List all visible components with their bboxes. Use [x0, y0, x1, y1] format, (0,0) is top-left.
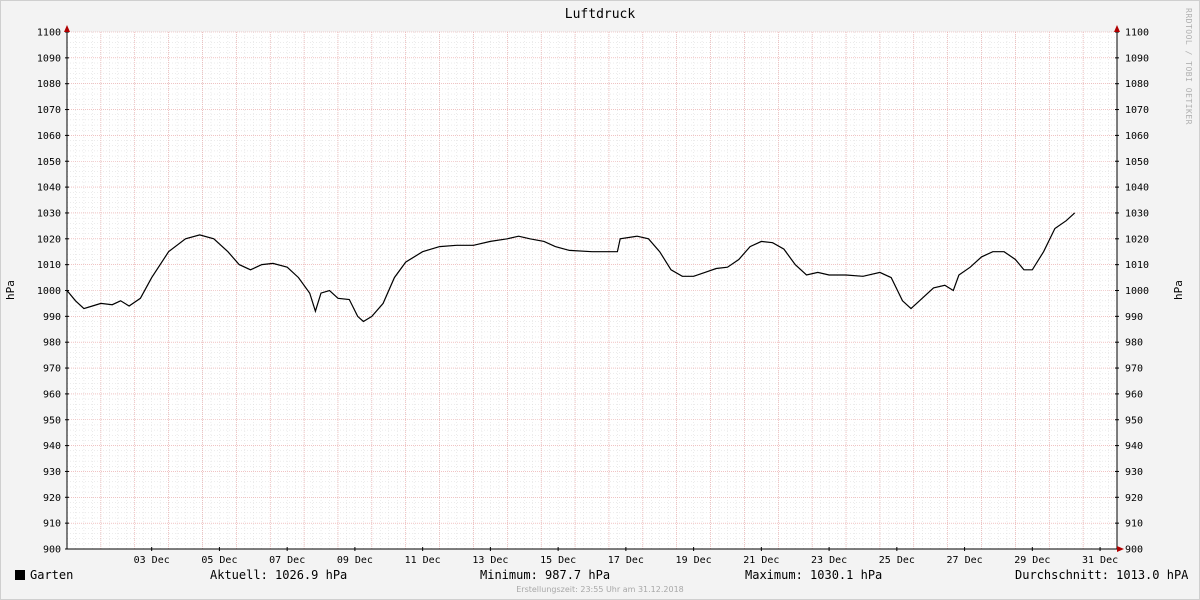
x-tick-label: 23 Dec	[811, 555, 847, 566]
y-tick-label: 990	[1125, 312, 1143, 323]
y-tick-label: 1100	[1125, 28, 1149, 39]
x-tick-label: 19 Dec	[676, 555, 712, 566]
y-tick-label: 1030	[37, 208, 61, 219]
y-tick-label: 1080	[37, 79, 61, 90]
minimum-value: Minimum: 987.7 hPa	[480, 568, 611, 582]
y-axis-right-ticks: 900 910 920 930 940 950 960 970 980 990 1000 1010 10…	[1115, 28, 1149, 556]
y-axis-label-left: hPa	[4, 280, 17, 300]
y-axis-right-arrow	[1114, 25, 1120, 32]
y-tick-label: 930	[1125, 467, 1143, 478]
y-tick-label: 910	[1125, 519, 1143, 530]
y-tick-label: 1070	[37, 105, 61, 116]
x-tick-label: 31 Dec	[1082, 555, 1118, 566]
y-tick-label: 1070	[1125, 105, 1149, 116]
y-tick-label: 950	[43, 415, 61, 426]
rrdtool-watermark: RRDTOOL / TOBI OETIKER	[1184, 8, 1193, 125]
y-tick-label: 1100	[37, 28, 61, 39]
y-tick-label: 1020	[1125, 234, 1149, 245]
y-tick-label: 1000	[37, 286, 61, 297]
legend-swatch-garten	[15, 570, 25, 580]
y-axis-left-arrow	[64, 25, 70, 32]
x-tick-label: 29 Dec	[1014, 555, 1050, 566]
x-tick-label: 21 Dec	[743, 555, 779, 566]
y-tick-label: 1010	[37, 260, 61, 271]
y-axis-left-ticks: 900 910 920 930 940 950 960 970 980 990 1000 1010 10…	[37, 28, 69, 556]
y-axis-label-right: hPa	[1172, 280, 1185, 300]
y-tick-label: 1000	[1125, 286, 1149, 297]
current-value: Aktuell: 1026.9 hPa	[210, 568, 348, 582]
chart-title: Luftdruck	[565, 7, 636, 22]
y-tick-label: 900	[1125, 545, 1143, 556]
y-tick-label: 1080	[1125, 79, 1149, 90]
chart: 900 910 920 930 940 950 960 970 980 990 1000 1010 10…	[4, 7, 1185, 566]
y-tick-label: 1040	[37, 183, 61, 194]
y-tick-label: 940	[43, 441, 61, 452]
legend-label-garten: Garten	[30, 568, 74, 582]
x-tick-label: 05 Dec	[201, 555, 237, 566]
y-tick-label: 1050	[1125, 157, 1149, 168]
y-tick-label: 1090	[1125, 53, 1149, 64]
y-tick-label: 1010	[1125, 260, 1149, 271]
y-tick-label: 930	[43, 467, 61, 478]
y-tick-label: 1060	[37, 131, 61, 142]
y-tick-label: 960	[1125, 389, 1143, 400]
y-tick-label: 940	[1125, 441, 1143, 452]
y-tick-label: 1060	[1125, 131, 1149, 142]
y-tick-label: 1090	[37, 53, 61, 64]
y-tick-label: 920	[43, 493, 61, 504]
y-tick-label: 970	[43, 364, 61, 375]
x-tick-label: 13 Dec	[472, 555, 508, 566]
y-tick-label: 1030	[1125, 208, 1149, 219]
x-axis-ticks: 03 Dec 05 Dec 07 Dec 09 Dec 11 Dec 13 Dec 15 D…	[134, 547, 1118, 566]
y-tick-label: 900	[43, 545, 61, 556]
x-tick-label: 09 Dec	[337, 555, 373, 566]
y-tick-label: 950	[1125, 415, 1143, 426]
maximum-value: Maximum: 1030.1 hPa	[745, 568, 883, 582]
x-axis-arrow	[1117, 546, 1124, 552]
y-tick-label: 970	[1125, 364, 1143, 375]
x-tick-label: 17 Dec	[608, 555, 644, 566]
x-tick-label: 15 Dec	[540, 555, 576, 566]
y-tick-label: 960	[43, 389, 61, 400]
x-tick-label: 11 Dec	[405, 555, 441, 566]
x-tick-label: 03 Dec	[134, 555, 170, 566]
average-value: Durchschnitt: 1013.0 hPA	[1015, 568, 1189, 582]
x-tick-label: 27 Dec	[947, 555, 983, 566]
y-tick-label: 980	[43, 338, 61, 349]
y-tick-label: 1020	[37, 234, 61, 245]
y-tick-label: 980	[1125, 338, 1143, 349]
creation-time: Erstellungszeit: 23:55 Uhr am 31.12.2018	[516, 585, 684, 594]
y-tick-label: 990	[43, 312, 61, 323]
x-tick-label: 07 Dec	[269, 555, 305, 566]
y-tick-label: 910	[43, 519, 61, 530]
y-tick-label: 920	[1125, 493, 1143, 504]
x-tick-label: 25 Dec	[879, 555, 915, 566]
y-tick-label: 1040	[1125, 183, 1149, 194]
y-tick-label: 1050	[37, 157, 61, 168]
